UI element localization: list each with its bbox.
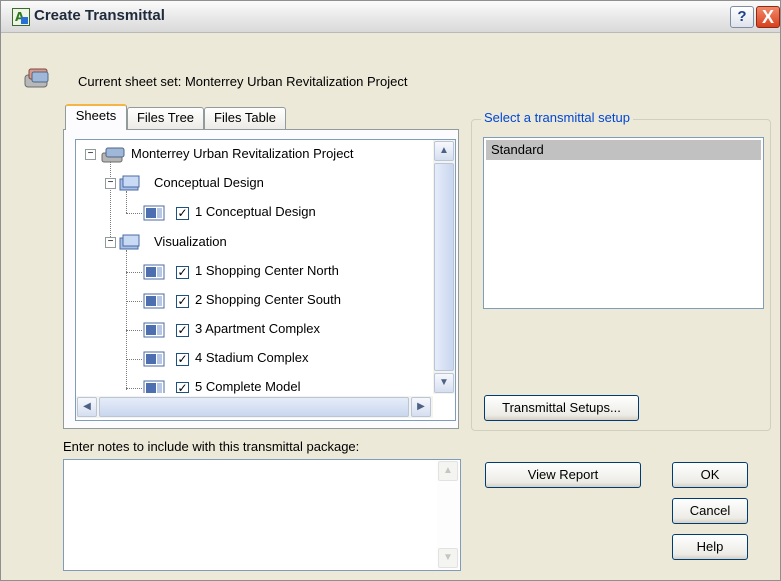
- tree-group-label[interactable]: Visualization: [154, 231, 227, 253]
- sheet-checkbox[interactable]: ✓: [176, 382, 189, 394]
- tree-horizontal-scrollbar[interactable]: ◀ ▶: [76, 396, 433, 418]
- cancel-button[interactable]: Cancel: [672, 498, 748, 524]
- collapse-root-icon[interactable]: −: [85, 149, 96, 160]
- sheet-set-icon: [24, 68, 49, 88]
- scroll-down-icon[interactable]: ▼: [438, 548, 458, 568]
- collapse-group-icon[interactable]: −: [105, 237, 116, 248]
- notes-textarea[interactable]: [63, 459, 461, 571]
- sheet-checkbox[interactable]: ✓: [176, 266, 189, 279]
- collapse-group-icon[interactable]: −: [105, 178, 116, 189]
- tab-files-table[interactable]: Files Table: [204, 107, 286, 129]
- scroll-up-icon[interactable]: ▲: [438, 461, 458, 481]
- notes-vertical-scrollbar[interactable]: ▲ ▼: [437, 460, 460, 570]
- tree-sheet-label[interactable]: 1 Conceptual Design: [195, 201, 316, 223]
- sheet-icon: [143, 205, 165, 221]
- scroll-thumb[interactable]: [99, 397, 409, 417]
- tree-vertical-scrollbar[interactable]: ▲ ▼: [433, 140, 455, 394]
- tree-root-label[interactable]: Monterrey Urban Revitalization Project: [131, 143, 354, 165]
- sheet-icon: [143, 293, 165, 309]
- setup-list-item-selected[interactable]: Standard: [486, 140, 761, 160]
- scroll-down-icon[interactable]: ▼: [434, 373, 454, 393]
- sheet-set-node-icon: [101, 147, 125, 163]
- help-title-button[interactable]: ?: [730, 6, 754, 28]
- tree-connector: [126, 359, 142, 360]
- tree-connector: [126, 272, 142, 273]
- sheet-icon: [143, 264, 165, 280]
- scroll-left-icon[interactable]: ◀: [77, 397, 97, 417]
- tree-sheet-label[interactable]: 4 Stadium Complex: [195, 347, 308, 369]
- tab-sheets[interactable]: Sheets: [65, 104, 127, 130]
- notes-label: Enter notes to include with this transmi…: [63, 439, 360, 454]
- tab-files-tree[interactable]: Files Tree: [127, 107, 204, 129]
- tree-sheet-label[interactable]: 2 Shopping Center South: [195, 289, 341, 311]
- tree-sheet-label[interactable]: 3 Apartment Complex: [195, 318, 320, 340]
- tree-group-label[interactable]: Conceptual Design: [154, 172, 264, 194]
- transmittal-setup-group-label: Select a transmittal setup: [481, 110, 633, 125]
- window-title: Create Transmittal: [34, 7, 165, 24]
- help-button[interactable]: Help: [672, 534, 748, 560]
- ok-button[interactable]: OK: [672, 462, 748, 488]
- close-button[interactable]: X: [756, 6, 780, 28]
- sheet-checkbox[interactable]: ✓: [176, 295, 189, 308]
- transmittal-setups-button[interactable]: Transmittal Setups...: [484, 395, 639, 421]
- tree-connector: [126, 301, 142, 302]
- tree-sheet-label[interactable]: 1 Shopping Center North: [195, 260, 339, 282]
- scroll-thumb[interactable]: [434, 163, 454, 371]
- scroll-up-icon[interactable]: ▲: [434, 141, 454, 161]
- sheet-checkbox[interactable]: ✓: [176, 353, 189, 366]
- subset-folder-icon: [119, 175, 140, 191]
- tree-connector: [126, 213, 142, 214]
- scroll-right-icon[interactable]: ▶: [411, 397, 431, 417]
- sheet-checkbox[interactable]: ✓: [176, 207, 189, 220]
- sheet-checkbox[interactable]: ✓: [176, 324, 189, 337]
- autocad-app-icon: A: [12, 8, 30, 26]
- tree-connector: [126, 191, 127, 213]
- current-sheet-set-label: Current sheet set: Monterrey Urban Revit…: [78, 74, 408, 89]
- tree-connector: [110, 161, 111, 243]
- transmittal-setup-list[interactable]: Standard: [483, 137, 764, 309]
- create-transmittal-dialog: A Create Transmittal ? X Current sheet s…: [0, 0, 781, 581]
- subset-folder-icon: [119, 234, 140, 250]
- tree-sheet-label[interactable]: 5 Complete Model: [195, 376, 301, 394]
- sheet-icon: [143, 322, 165, 338]
- tree-connector: [126, 330, 142, 331]
- tree-connector: [126, 388, 142, 389]
- view-report-button[interactable]: View Report: [485, 462, 641, 488]
- sheet-icon: [143, 351, 165, 367]
- sheet-icon: [143, 380, 165, 393]
- title-bar[interactable]: A Create Transmittal ? X: [1, 1, 780, 33]
- tree-connector: [126, 250, 127, 390]
